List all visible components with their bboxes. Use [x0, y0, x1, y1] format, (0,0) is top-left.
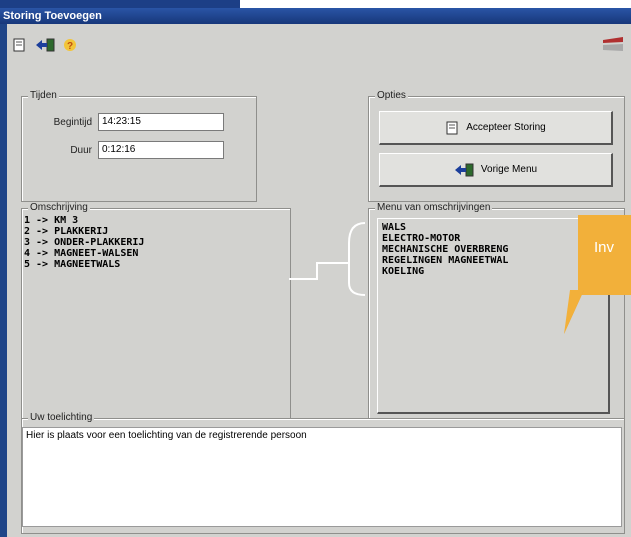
title-bar[interactable]: Storing Toevoegen	[0, 8, 631, 24]
duur-field[interactable]: 0:12:16	[98, 141, 224, 159]
connector-line	[289, 222, 366, 296]
toelichting-textarea[interactable]: Hier is plaats voor een toelichting van …	[22, 427, 622, 527]
opties-group: Opties Accepteer Storing Vorige Menu	[368, 90, 625, 202]
omschrijving-legend: Omschrijving	[28, 202, 90, 213]
list-item[interactable]: WALS	[382, 222, 604, 233]
accept-storing-label: Accepteer Storing	[466, 122, 546, 133]
document-icon[interactable]	[12, 38, 26, 52]
callout-tooltip: Inv	[578, 215, 631, 295]
list-item[interactable]: 1 -> KM 3	[24, 215, 284, 226]
accept-storing-button[interactable]: Accepteer Storing	[379, 111, 613, 145]
list-item[interactable]: ELECTRO-MOTOR	[382, 233, 604, 244]
callout-pointer	[564, 290, 584, 334]
vorige-menu-button[interactable]: Vorige Menu	[379, 153, 613, 187]
logo-icon	[603, 37, 623, 51]
list-item[interactable]: KOELING	[382, 266, 604, 277]
toelichting-group: Uw toelichting Hier is plaats voor een t…	[21, 412, 625, 534]
omschrijving-list: 1 -> KM 3 2 -> PLAKKERIJ 3 -> ONDER-PLAK…	[24, 215, 284, 270]
menu-legend: Menu van omschrijvingen	[375, 202, 493, 213]
menu-list: WALS ELECTRO-MOTOR MECHANISCHE OVERBRENG…	[382, 222, 604, 277]
window-title: Storing Toevoegen	[3, 10, 102, 22]
list-item[interactable]: 4 -> MAGNEET-WALSEN	[24, 248, 284, 259]
back-arrow-icon	[454, 163, 474, 176]
desktop-strip	[0, 0, 240, 8]
list-item[interactable]: MECHANISCHE OVERBRENG	[382, 244, 604, 255]
begintijd-field[interactable]: 14:23:15	[98, 113, 224, 131]
tijden-legend: Tijden	[28, 90, 59, 101]
document-icon	[446, 121, 458, 134]
duur-label: Duur	[70, 145, 92, 156]
client-area: ? Tijden Begintijd 14:23:15 Duur 0:12:16…	[7, 24, 631, 537]
list-item[interactable]: REGELINGEN MAGNEETWAL	[382, 255, 604, 266]
list-item[interactable]: 2 -> PLAKKERIJ	[24, 226, 284, 237]
dialog-window: Storing Toevoegen ? Tijden Begintijd 14:…	[0, 8, 631, 537]
list-item[interactable]: 3 -> ONDER-PLAKKERIJ	[24, 237, 284, 248]
opties-legend: Opties	[375, 90, 408, 101]
back-arrow-icon[interactable]	[35, 38, 55, 52]
svg-text:?: ?	[67, 41, 73, 52]
begintijd-label: Begintijd	[53, 117, 92, 128]
callout-text: Inv	[594, 239, 615, 256]
list-item[interactable]: 5 -> MAGNEETWALS	[24, 259, 284, 270]
tijden-group: Tijden Begintijd 14:23:15 Duur 0:12:16	[21, 90, 257, 202]
help-question-icon[interactable]: ?	[63, 38, 77, 52]
vorige-menu-label: Vorige Menu	[480, 164, 538, 175]
omschrijving-group: Omschrijving 1 -> KM 3 2 -> PLAKKERIJ 3 …	[21, 202, 291, 419]
toelichting-legend: Uw toelichting	[28, 412, 95, 423]
